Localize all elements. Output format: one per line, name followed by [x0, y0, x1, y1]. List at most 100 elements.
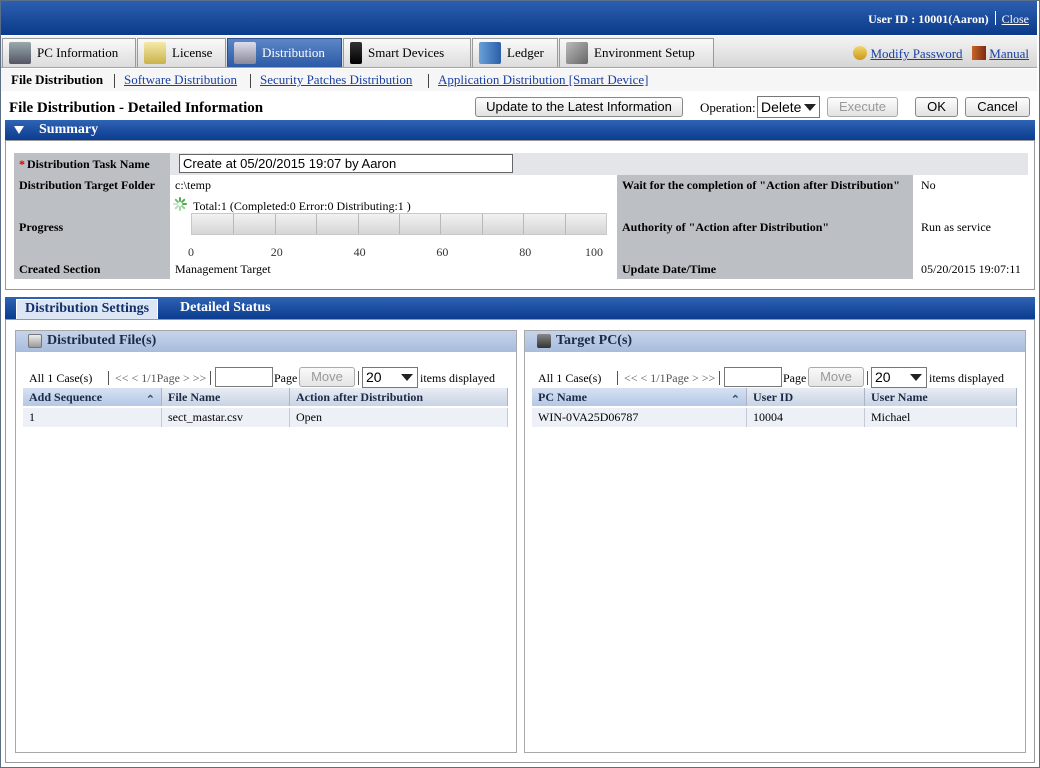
smartphone-icon: [350, 42, 362, 64]
page-navigation[interactable]: << < 1/1Page > >>: [624, 371, 715, 386]
progress-tick-label: 0: [188, 245, 194, 259]
table-cell[interactable]: Open: [290, 408, 508, 427]
tab-label: Smart Devices: [368, 45, 445, 60]
execute-button[interactable]: Execute: [827, 97, 898, 117]
wait-completion-label: Wait for the completion of "Action after…: [617, 175, 913, 195]
operation-select[interactable]: Delete: [757, 96, 820, 118]
close-link[interactable]: Close: [1002, 12, 1029, 26]
ledger-icon: [479, 42, 501, 64]
progress-segment-divider: [233, 214, 234, 234]
table-cell[interactable]: sect_mastar.csv: [162, 408, 290, 427]
panel-title: Target PC(s): [556, 333, 633, 348]
tools-icon: [566, 42, 588, 64]
pc-icon: [9, 42, 31, 64]
tab-label: PC Information: [37, 45, 119, 60]
progress-segment-divider: [482, 214, 483, 234]
subnav-software-distribution[interactable]: Software Distribution: [124, 72, 237, 88]
progress-segment-divider: [275, 214, 276, 234]
modify-password-link[interactable]: Modify Password: [870, 46, 962, 61]
created-section-label: Created Section: [14, 259, 170, 279]
pager: All 1 Case(s) << < 1/1Page > >> Page Mov…: [538, 367, 1018, 389]
separator: [428, 74, 429, 88]
items-per-page-select[interactable]: 20: [871, 367, 927, 388]
per-page-value: 20: [875, 369, 891, 385]
cancel-button[interactable]: Cancel: [965, 97, 1030, 117]
progress-tick-label: 100: [585, 245, 603, 259]
case-count: All 1 Case(s): [538, 371, 602, 385]
column-label: PC Name: [538, 390, 587, 404]
separator: [210, 371, 211, 385]
column-header-file-name[interactable]: File Name: [162, 388, 290, 406]
separator: [617, 371, 618, 385]
page-navigation[interactable]: << < 1/1Page > >>: [115, 371, 206, 386]
subnav-current: File Distribution: [11, 72, 104, 87]
pc-icon: [537, 334, 551, 348]
move-button[interactable]: Move: [299, 367, 355, 387]
tab-distribution[interactable]: Distribution: [227, 38, 342, 67]
page-label: Page: [783, 371, 807, 385]
tab-distribution-settings[interactable]: Distribution Settings: [16, 299, 159, 319]
target-folder-value: c:\temp: [170, 175, 614, 195]
user-info: User ID : 10001(Aaron) Close: [868, 11, 1029, 27]
license-icon: [144, 42, 166, 64]
distributed-files-panel: Distributed File(s) All 1 Case(s) << < 1…: [15, 330, 517, 753]
table-cell[interactable]: Michael: [865, 408, 1017, 427]
subnav-security-patches[interactable]: Security Patches Distribution: [260, 72, 412, 88]
update-datetime-label: Update Date/Time: [617, 259, 913, 279]
per-page-value: 20: [366, 369, 382, 385]
operation-value: Delete: [761, 99, 802, 115]
wait-completion-value: No: [916, 175, 1028, 195]
column-header-action[interactable]: Action after Distribution: [290, 388, 508, 406]
separator: [719, 371, 720, 385]
sub-nav: File Distribution Software Distribution …: [1, 69, 1037, 91]
progress-tick-label: 60: [436, 245, 449, 259]
move-button[interactable]: Move: [808, 367, 864, 387]
subnav-application-distribution[interactable]: Application Distribution [Smart Device]: [438, 72, 648, 88]
task-name-input[interactable]: Create at 05/20/2015 19:07 by Aaron: [179, 154, 513, 173]
items-per-page-select[interactable]: 20: [362, 367, 418, 388]
progress-segment-divider: [399, 214, 400, 234]
progress-segment-divider: [316, 214, 317, 234]
case-count: All 1 Case(s): [29, 371, 93, 385]
separator: [994, 11, 996, 25]
tab-ledger[interactable]: Ledger: [472, 38, 558, 67]
column-header-user-name[interactable]: User Name: [865, 388, 1017, 406]
collapse-triangle-icon: [14, 126, 24, 134]
user-id-label: User ID : 10001(Aaron): [868, 12, 989, 26]
spinner-icon: [173, 197, 187, 211]
table-cell[interactable]: 10004: [747, 408, 865, 427]
column-header-pc-name[interactable]: PC Name ⌃: [532, 388, 747, 406]
title-row: File Distribution - Detailed Information…: [1, 93, 1037, 119]
tab-detailed-status[interactable]: Detailed Status: [172, 299, 279, 319]
progress-anchor: [0, 140, 1, 141]
tab-license[interactable]: License: [137, 38, 226, 67]
tab-environment-setup[interactable]: Environment Setup: [559, 38, 714, 67]
column-header-add-sequence[interactable]: Add Sequence ⌃: [23, 388, 162, 406]
progress-tick-label: 20: [270, 245, 283, 259]
page-number-input[interactable]: [724, 367, 782, 387]
manual-book-icon: [972, 46, 987, 60]
table-cell[interactable]: WIN-0VA25D06787: [532, 408, 747, 427]
ok-button[interactable]: OK: [915, 97, 958, 117]
tab-label: License: [172, 45, 213, 60]
operation-label: Operation:: [700, 100, 756, 115]
page-number-input[interactable]: [215, 367, 273, 387]
progress-bar: [191, 213, 607, 235]
separator: [358, 371, 359, 385]
page-title: File Distribution - Detailed Information: [9, 100, 264, 116]
label-text: Distribution Task Name: [27, 156, 150, 171]
manual-link[interactable]: Manual: [989, 46, 1029, 61]
items-displayed-label: items displayed: [929, 371, 1004, 385]
tab-label: Ledger: [507, 45, 544, 60]
pager: All 1 Case(s) << < 1/1Page > >> Page Mov…: [29, 367, 509, 389]
progress-text: Total:1 (Completed:0 Error:0 Distributin…: [193, 199, 411, 213]
required-marker: *: [19, 156, 25, 171]
column-label: Add Sequence: [29, 390, 103, 404]
table-cell[interactable]: 1: [23, 408, 162, 427]
tab-label: Environment Setup: [594, 45, 695, 60]
summary-section-header[interactable]: Summary: [5, 120, 1035, 140]
tab-pc-information[interactable]: PC Information: [2, 38, 136, 67]
column-header-user-id[interactable]: User ID: [747, 388, 865, 406]
tab-smart-devices[interactable]: Smart Devices: [343, 38, 471, 67]
update-latest-button[interactable]: Update to the Latest Information: [475, 97, 683, 117]
